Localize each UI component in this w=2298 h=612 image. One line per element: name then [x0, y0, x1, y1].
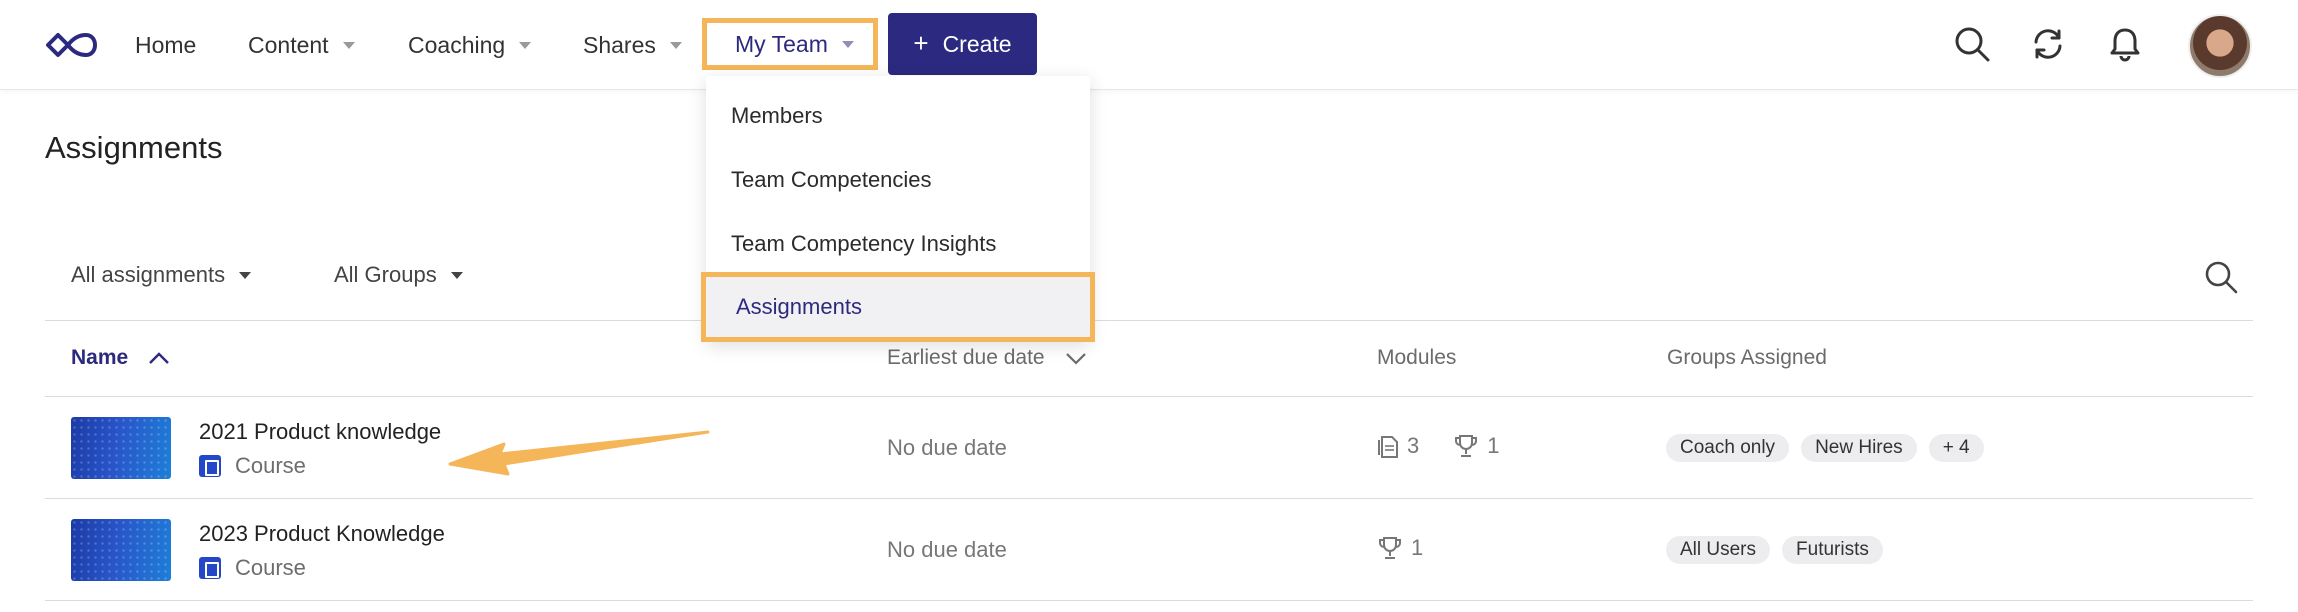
- table-row[interactable]: 2021 Product knowledge Course No due dat…: [45, 397, 2253, 499]
- trophy-icon: [1455, 435, 1478, 457]
- trophy-count: 1: [1487, 433, 1500, 458]
- group-chip: All Users: [1666, 536, 1771, 564]
- table-divider: [45, 600, 2253, 601]
- column-header-due-date[interactable]: Earliest due date: [887, 346, 1087, 370]
- nav-home[interactable]: Home: [135, 0, 196, 90]
- nav-content[interactable]: Content: [248, 0, 355, 90]
- column-header-modules: Modules: [1377, 346, 1457, 369]
- table-search-icon[interactable]: [2202, 258, 2240, 296]
- groups-chips: Coach only New Hires + 4: [1666, 434, 1984, 462]
- column-header-due-date-label: Earliest due date: [887, 346, 1045, 369]
- bell-icon[interactable]: [2105, 24, 2145, 64]
- caret-down-icon: [841, 40, 854, 48]
- menu-item-members[interactable]: Members: [706, 84, 1090, 148]
- course-icon: [199, 455, 221, 477]
- assignment-type-label: Course: [235, 453, 306, 478]
- assignment-type: Course: [199, 453, 306, 479]
- course-icon: [199, 557, 221, 579]
- groups-filter-label: All Groups: [334, 262, 437, 287]
- groups-filter-dropdown[interactable]: All Groups: [334, 262, 463, 288]
- column-header-name[interactable]: Name: [71, 346, 170, 370]
- document-icon: [1378, 436, 1398, 458]
- table-divider: [45, 320, 2253, 321]
- annotation-arrow-icon: [448, 430, 710, 476]
- nav-content-label: Content: [248, 31, 329, 58]
- column-header-name-label: Name: [71, 346, 129, 369]
- group-chip: Coach only: [1666, 434, 1790, 462]
- chevron-down-icon: [1065, 353, 1086, 365]
- due-date: No due date: [887, 537, 1007, 562]
- trophy-icon: [1379, 537, 1401, 559]
- nav-my-team[interactable]: My Team: [702, 18, 878, 70]
- nav-home-label: Home: [135, 31, 197, 58]
- top-navigation-bar: Home Content Coaching Shares My Team + C…: [0, 0, 2298, 90]
- modules-count: 3 1: [1377, 433, 1500, 459]
- table-row[interactable]: 2023 Product Knowledge Course No due dat…: [45, 499, 2253, 601]
- group-chip: Futurists: [1782, 536, 1883, 564]
- create-button[interactable]: + Create: [888, 13, 1037, 75]
- more-groups-chip[interactable]: + 4: [1928, 434, 1984, 462]
- assignment-type: Course: [199, 555, 306, 581]
- assignments-filter-label: All assignments: [71, 262, 226, 287]
- trophy-count: 1: [1411, 535, 1424, 560]
- chevron-up-icon: [149, 352, 170, 364]
- search-icon[interactable]: [1952, 24, 1992, 64]
- nav-coaching-label: Coaching: [408, 31, 506, 58]
- course-thumbnail: [71, 417, 171, 479]
- modules-count: 1: [1377, 535, 1423, 561]
- nav-my-team-label: My Team: [735, 30, 828, 57]
- sync-icon[interactable]: [2028, 24, 2068, 64]
- assignment-title[interactable]: 2021 Product knowledge: [199, 419, 441, 445]
- nav-coaching[interactable]: Coaching: [408, 0, 532, 90]
- course-thumbnail: [71, 519, 171, 581]
- caret-down-icon: [519, 41, 532, 49]
- column-header-groups-assigned: Groups Assigned: [1667, 346, 1827, 369]
- plus-icon: +: [913, 28, 929, 58]
- assignment-title[interactable]: 2023 Product Knowledge: [199, 521, 445, 547]
- create-button-label: Create: [942, 30, 1012, 57]
- caret-down-icon: [342, 41, 355, 49]
- my-team-dropdown-menu: Members Team Competencies Team Competenc…: [701, 76, 1095, 342]
- caret-down-icon: [239, 271, 252, 279]
- page-title: Assignments: [45, 130, 223, 165]
- nav-shares-label: Shares: [583, 31, 656, 58]
- document-count: 3: [1407, 433, 1420, 458]
- groups-chips: All Users Futurists: [1666, 536, 1883, 564]
- due-date: No due date: [887, 435, 1007, 460]
- user-avatar[interactable]: [2188, 14, 2252, 78]
- menu-item-assignments[interactable]: Assignments: [701, 272, 1095, 342]
- assignment-type-label: Course: [235, 555, 306, 580]
- caret-down-icon: [450, 271, 463, 279]
- menu-item-team-competencies[interactable]: Team Competencies: [706, 148, 1090, 212]
- assignments-filter-dropdown[interactable]: All assignments: [71, 262, 252, 288]
- group-chip: New Hires: [1801, 434, 1917, 462]
- menu-item-team-competency-insights[interactable]: Team Competency Insights: [706, 212, 1090, 276]
- caret-down-icon: [669, 41, 682, 49]
- infinity-logo-icon[interactable]: [44, 28, 98, 62]
- nav-shares[interactable]: Shares: [583, 0, 682, 90]
